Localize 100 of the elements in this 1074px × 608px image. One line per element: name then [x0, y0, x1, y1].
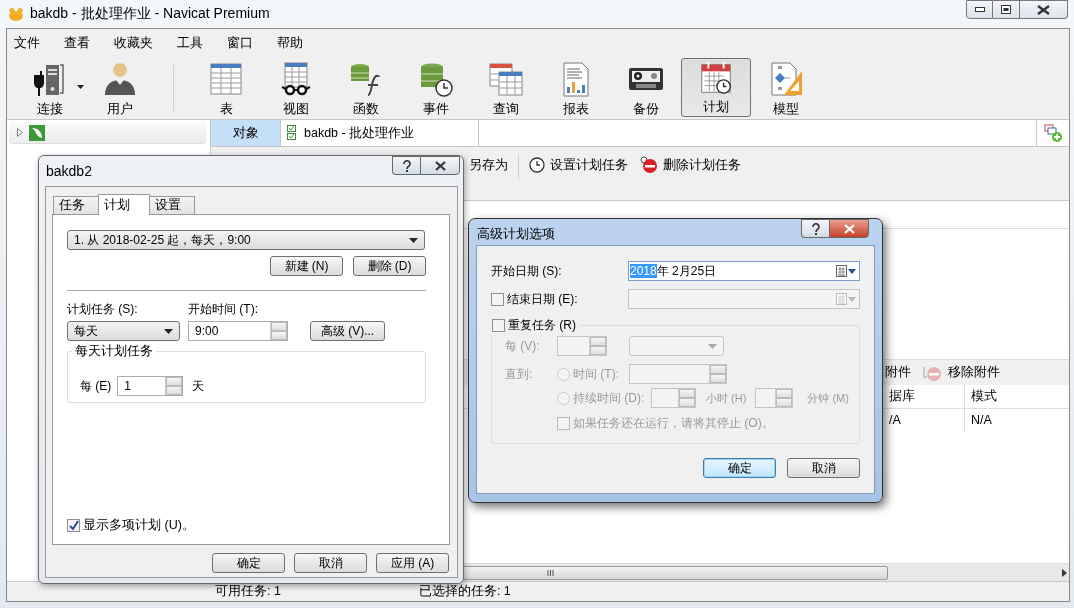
add-connection-button[interactable]: [1037, 120, 1069, 146]
status-text: 可用任务: 1: [215, 583, 281, 600]
number-spinner[interactable]: [755, 388, 794, 408]
table-cell-text: N/A: [970, 412, 993, 429]
toolbar-button[interactable]: 用户: [85, 57, 155, 119]
toolbar-button[interactable]: 表: [191, 57, 261, 119]
toolbar-button[interactable]: 模型: [751, 57, 821, 119]
number-spinner[interactable]: [651, 388, 696, 408]
group-title: 每天计划任务: [72, 343, 156, 360]
toolbar-button[interactable]: 视图: [261, 57, 331, 119]
schedule-type-dropdown[interactable]: 每天: [67, 321, 180, 341]
dialog-title: bakdb2: [46, 163, 92, 179]
calendar-dropdown-icon: [836, 265, 856, 277]
dialog-button[interactable]: 确定: [212, 553, 285, 573]
field-label: 每 (E): [80, 377, 112, 395]
dialog-title: 高级计划选项: [477, 225, 555, 243]
toolbar-button[interactable]: 删除计划任务: [634, 155, 747, 175]
checkbox[interactable]: [557, 416, 570, 430]
status-text: 已选择的任务: 1: [418, 583, 511, 600]
dialog-button[interactable]: 删除 (D): [353, 256, 426, 276]
checkbox[interactable]: [491, 292, 504, 306]
close-icon: [843, 223, 855, 234]
tab[interactable]: bakdb - 批处理作业: [281, 120, 479, 146]
time-spinner[interactable]: [629, 364, 727, 384]
time-spinner[interactable]: 9:00: [188, 321, 288, 341]
checkbox-label: 显示多项计划 (U)。: [83, 517, 195, 534]
unit-label: 分钟 (M): [807, 390, 849, 406]
grip-icon: [547, 569, 554, 576]
dialog-button[interactable]: 取消: [294, 553, 367, 573]
database-leaf-icon: [29, 124, 45, 141]
tab[interactable]: 任务: [53, 196, 99, 214]
toolbar-button[interactable]: 报表: [541, 57, 611, 119]
checkbox[interactable]: [67, 519, 80, 532]
radio-label: 持续时间 (D):: [573, 389, 646, 407]
unit-dropdown[interactable]: [629, 336, 724, 356]
checkbox-label: 结束日期 (E):: [507, 290, 578, 308]
minimize-icon: [974, 6, 985, 13]
unit-label: 天: [192, 377, 205, 395]
checklist-icon: [287, 125, 296, 141]
dialog-button[interactable]: 确定: [703, 458, 776, 478]
app-logo-icon: [8, 7, 24, 21]
dropdown-arrow-icon: [409, 237, 418, 243]
maximize-icon: [1001, 5, 1011, 14]
menu-item[interactable]: 帮助: [277, 32, 303, 54]
tab[interactable]: 计划: [98, 194, 150, 215]
close-icon: [434, 160, 446, 171]
dropdown-arrow-icon: [708, 343, 717, 349]
menu-item[interactable]: 工具: [177, 32, 203, 54]
date-field[interactable]: 2018年 2月25日: [628, 261, 860, 281]
toolbar-button[interactable]: 附件: [879, 362, 917, 383]
menu-item[interactable]: 收藏夹: [114, 32, 153, 54]
toolbar-button[interactable]: 移除附件: [917, 362, 1006, 383]
checkbox[interactable]: [492, 319, 505, 332]
toolbar-button[interactable]: 函数: [331, 57, 401, 119]
help-icon: [810, 222, 821, 235]
close-button[interactable]: [829, 219, 869, 238]
radio-button[interactable]: [557, 391, 570, 405]
radio-button[interactable]: [557, 367, 570, 381]
calendar-dropdown-icon: [836, 293, 856, 305]
toolbar-button[interactable]: 另存为: [463, 155, 514, 175]
tab[interactable]: 对象: [211, 120, 281, 146]
toolbar-button[interactable]: 查询: [471, 57, 541, 119]
checkbox-label: 如果任务还在运行，请将其停止 (O)。: [573, 414, 774, 432]
expand-arrow-icon: [17, 128, 23, 137]
checkmark-icon: [68, 520, 79, 531]
close-button[interactable]: [420, 156, 460, 175]
window-title: bakdb - 批处理作业 - Navicat Premium: [30, 5, 270, 23]
scroll-right-icon: [1062, 568, 1067, 577]
toolbar-button[interactable]: 连接: [15, 57, 85, 119]
close-icon: [1037, 4, 1050, 15]
menu-item[interactable]: 查看: [64, 32, 90, 54]
schedule-dropdown[interactable]: 1. 从 2018-02-25 起，每天，9:00: [67, 230, 425, 250]
close-button[interactable]: [1020, 0, 1068, 19]
radio-label: 时间 (T):: [573, 365, 620, 383]
dialog-button[interactable]: 应用 (A): [376, 553, 449, 573]
field-label: 开始日期 (S):: [491, 262, 562, 280]
tables-with-plus-icon: [1044, 124, 1062, 142]
dialog-button[interactable]: 新建 (N): [270, 256, 343, 276]
field-label: 直到:: [505, 365, 534, 383]
date-field[interactable]: [628, 289, 860, 309]
field-label: 开始时间 (T):: [188, 301, 259, 318]
number-spinner[interactable]: 1: [117, 376, 184, 396]
minimize-button[interactable]: [966, 0, 993, 19]
dialog-button[interactable]: 取消: [787, 458, 860, 478]
advanced-button[interactable]: 高级 (V)...: [310, 321, 385, 341]
menu-item[interactable]: 窗口: [227, 32, 253, 54]
toolbar-button[interactable]: 备份: [611, 57, 681, 119]
maximize-button[interactable]: [993, 0, 1020, 19]
column-header[interactable]: 模式: [965, 385, 1065, 408]
help-icon: [401, 159, 412, 172]
toolbar-button[interactable]: 计划: [681, 58, 751, 117]
toolbar-button[interactable]: 事件: [401, 57, 471, 119]
help-button[interactable]: [392, 156, 420, 175]
menu-item[interactable]: 文件: [14, 32, 40, 54]
field-label: 每 (V):: [505, 337, 541, 355]
number-spinner[interactable]: [557, 336, 607, 356]
dropdown-arrow-icon: [164, 328, 173, 334]
toolbar-button[interactable]: 设置计划任务: [523, 155, 634, 175]
tab[interactable]: 设置: [149, 196, 195, 214]
help-button[interactable]: [801, 219, 829, 238]
